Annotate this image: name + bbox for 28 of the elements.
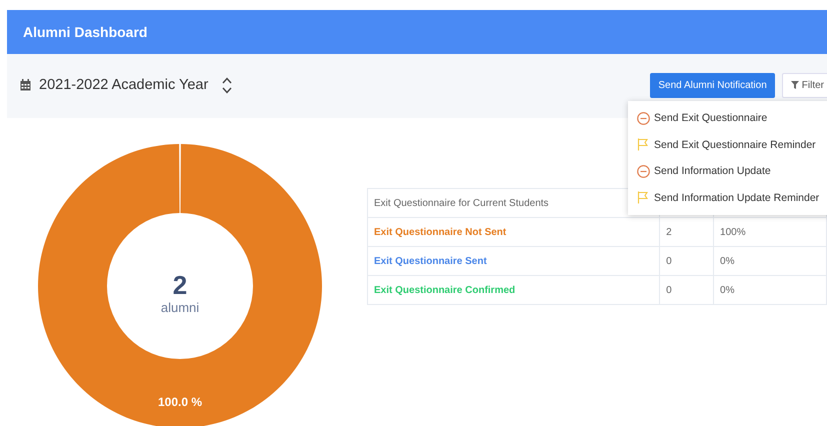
year-selector[interactable]: 2021-2022 Academic Year [7, 76, 232, 94]
percent-cell: 0% [714, 276, 826, 304]
percent-cell: 0% [714, 246, 826, 276]
count-cell: 2 [660, 218, 714, 246]
menu-item[interactable]: Send Information Update Reminder [628, 184, 827, 211]
menu-item[interactable]: Send Exit Questionnaire Reminder [628, 132, 827, 158]
percent-cell: 100% [714, 218, 826, 246]
year-label: 2021-2022 Academic Year [39, 77, 208, 93]
send-notification-button[interactable]: Send Alumni Notification [650, 72, 775, 98]
count-cell: 0 [660, 276, 714, 304]
minus-circle-icon [637, 112, 650, 125]
flag-icon [637, 138, 650, 152]
alumni-label: alumni [160, 300, 200, 315]
status-label: Exit Questionnaire Not Sent [368, 218, 660, 246]
filter-button[interactable]: Filter [782, 72, 827, 98]
menu-item[interactable]: Send Exit Questionnaire [628, 105, 827, 132]
status-label: Exit Questionnaire Sent [368, 246, 660, 276]
alumni-count: 2 [172, 270, 188, 300]
filter-icon [790, 81, 799, 89]
status-label: Exit Questionnaire Confirmed [368, 276, 660, 304]
page-title: Alumni Dashboard [23, 24, 148, 40]
minus-circle-icon [637, 164, 650, 178]
menu-item[interactable]: Send Information Update [628, 158, 827, 184]
calendar-icon [20, 79, 31, 91]
up-down-chevron-icon [222, 76, 232, 94]
count-cell: 0 [660, 246, 714, 276]
slice-percent-label: 100.0 % [158, 395, 202, 409]
flag-icon [637, 191, 650, 204]
